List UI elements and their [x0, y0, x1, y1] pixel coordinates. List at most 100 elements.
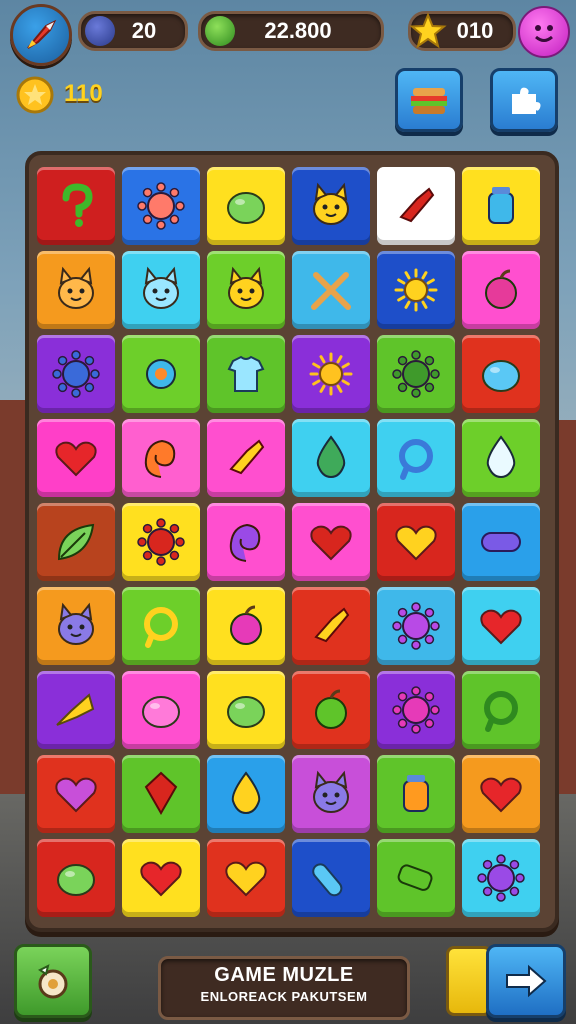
blue-fish-icon [482, 360, 520, 392]
tile[interactable] [207, 587, 285, 665]
tile[interactable] [122, 251, 200, 329]
tile[interactable] [207, 167, 285, 245]
shirt-icon [227, 355, 265, 392]
tile[interactable] [462, 755, 540, 833]
tile[interactable] [292, 335, 370, 413]
tile[interactable] [207, 335, 285, 413]
tile[interactable] [462, 419, 540, 497]
tile[interactable] [377, 587, 455, 665]
blue-jar-icon [488, 187, 514, 224]
rocket-profile-button[interactable] [10, 4, 72, 66]
tile[interactable] [207, 755, 285, 833]
tile[interactable] [292, 503, 370, 581]
tile[interactable] [37, 503, 115, 581]
coins-value: 22.800 [264, 18, 332, 43]
tile[interactable] [37, 167, 115, 245]
tile[interactable] [122, 755, 200, 833]
tile[interactable] [37, 839, 115, 917]
star-icon [409, 12, 447, 49]
sandwich-icon [411, 88, 447, 114]
tile[interactable] [207, 839, 285, 917]
tile[interactable] [292, 671, 370, 749]
tile[interactable] [462, 587, 540, 665]
tile[interactable] [462, 839, 540, 917]
red-heart-icon [480, 777, 522, 813]
question-mark-icon [62, 183, 93, 227]
purple-swirl-icon [229, 523, 261, 562]
green-drop-icon [316, 435, 346, 479]
tile[interactable] [37, 587, 115, 665]
stars-value: 010 [456, 18, 494, 43]
tile[interactable] [292, 755, 370, 833]
tile[interactable] [122, 335, 200, 413]
yellow-sun-creature-icon [394, 268, 438, 312]
pink-apple-icon [485, 269, 517, 309]
trumpet-icon [56, 693, 95, 726]
yellow-heart-icon [225, 861, 267, 897]
tile[interactable] [207, 251, 285, 329]
tile[interactable] [292, 419, 370, 497]
tile[interactable] [207, 503, 285, 581]
tile[interactable] [377, 251, 455, 329]
tile[interactable] [207, 671, 285, 749]
tile[interactable] [377, 839, 455, 917]
tile[interactable] [292, 587, 370, 665]
green-apple-icon [315, 689, 347, 729]
tile[interactable] [377, 503, 455, 581]
gold-value: 110 [64, 80, 103, 107]
red-flower-icon [137, 518, 185, 566]
shop-button[interactable] [395, 68, 463, 132]
reset-hand-icon [38, 964, 68, 999]
green-leaf-blob-icon [227, 192, 265, 224]
tile[interactable] [37, 755, 115, 833]
tile[interactable] [122, 503, 200, 581]
green-knot-icon [484, 691, 518, 732]
pink-radish-icon [230, 605, 262, 645]
tile[interactable] [122, 587, 200, 665]
red-heart-icon [480, 609, 522, 645]
smiley-icon [535, 25, 553, 42]
arrow-right-icon [506, 964, 547, 998]
yellow-ring-icon [144, 607, 178, 648]
purple-heart-icon [55, 777, 97, 813]
tile[interactable] [37, 335, 115, 413]
tile[interactable] [37, 251, 115, 329]
tile[interactable] [122, 839, 200, 917]
tile[interactable] [122, 167, 200, 245]
tile[interactable] [37, 671, 115, 749]
white-drop-icon [486, 435, 516, 479]
tile[interactable] [207, 419, 285, 497]
tile[interactable] [377, 335, 455, 413]
green-cannon-icon [397, 864, 433, 891]
reset-button[interactable] [14, 944, 92, 1018]
crossed-swords-icon [311, 272, 351, 310]
tile[interactable] [292, 251, 370, 329]
tile[interactable] [462, 503, 540, 581]
tile[interactable] [122, 671, 200, 749]
yellow-cat-icon [228, 266, 264, 309]
tile[interactable] [122, 419, 200, 497]
tile[interactable] [377, 167, 455, 245]
purple-spiky-icon [477, 854, 525, 902]
game-subtitle: ENLOREACK PAKUTSEM [200, 989, 368, 1004]
tile[interactable] [462, 671, 540, 749]
yellow-blob-icon [231, 771, 261, 815]
coins-counter: 22.800 [198, 11, 384, 51]
tile[interactable] [377, 671, 455, 749]
yellow-shoe-icon [314, 607, 350, 643]
tile[interactable] [377, 755, 455, 833]
blue-spiky-ball-icon [52, 350, 100, 398]
hearts-value: 20 [131, 18, 157, 43]
tile[interactable] [37, 419, 115, 497]
tile[interactable] [462, 335, 540, 413]
tile[interactable] [292, 167, 370, 245]
next-button[interactable] [486, 944, 566, 1018]
tile[interactable] [292, 839, 370, 917]
puzzle-button[interactable] [490, 68, 558, 132]
pink-smiley-button[interactable] [518, 6, 570, 58]
tile[interactable] [462, 251, 540, 329]
tile[interactable] [377, 419, 455, 497]
purple-cat-icon [313, 770, 349, 813]
tile[interactable] [462, 167, 540, 245]
gold-coin-icon [16, 76, 54, 114]
